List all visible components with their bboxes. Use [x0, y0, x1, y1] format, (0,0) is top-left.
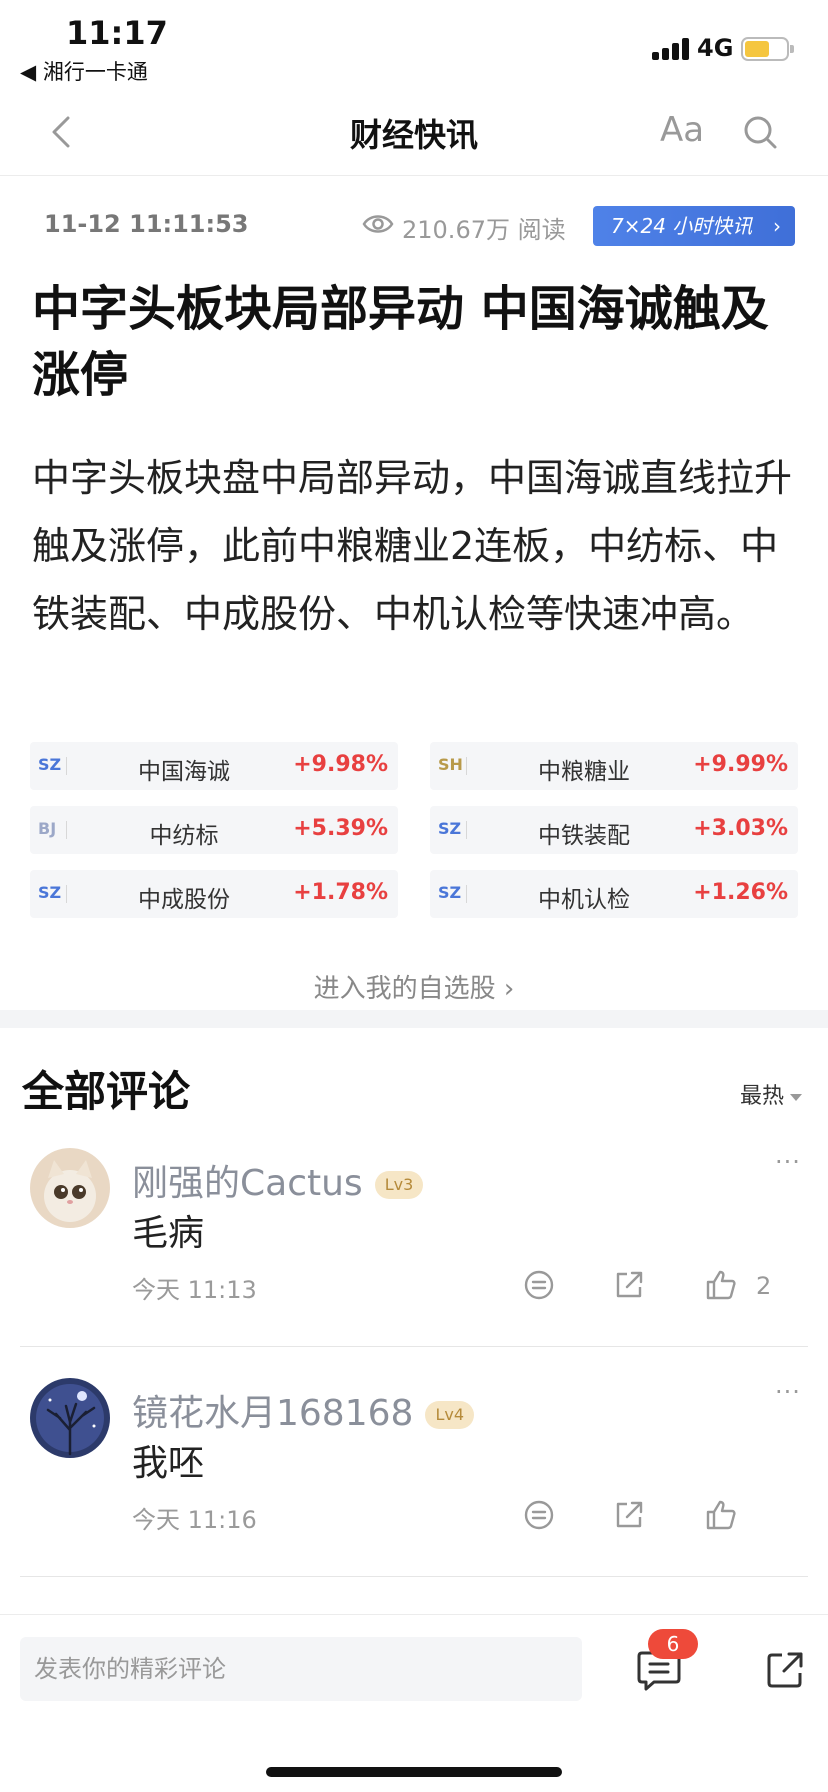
comment-input[interactable]	[20, 1637, 582, 1701]
exchange-tag: SZ	[38, 755, 62, 774]
stock-name: 中成股份	[138, 887, 230, 913]
level-badge: Lv3	[374, 1171, 424, 1199]
stock-item[interactable]: SZ 中国海诚 +9.98%	[30, 742, 398, 790]
nav-bar: 财经快讯 Aa	[0, 88, 828, 176]
status-time: 11:17	[66, 14, 168, 52]
status-bar: 11:17 ◀ 湘行一卡通 4G	[0, 0, 828, 88]
sort-label: 最热	[740, 1084, 785, 1109]
stock-item[interactable]: SH 中粮糖业 +9.99%	[430, 742, 798, 790]
stock-item[interactable]: SZ 中机认检 +1.26%	[430, 870, 798, 918]
comment-username[interactable]: 镜花水月168168 Lv4	[132, 1384, 474, 1436]
thumbs-up-icon[interactable]	[704, 1498, 738, 1532]
exchange-tag: SZ	[38, 883, 62, 902]
exchange-tag: SH	[438, 755, 463, 774]
username-text: 刚强的Cactus	[132, 1163, 363, 1204]
thumbs-up-icon[interactable]	[704, 1268, 738, 1302]
stock-change: +9.99%	[693, 752, 788, 777]
share-icon[interactable]	[764, 1649, 806, 1691]
comment-divider	[20, 1576, 808, 1577]
avatar[interactable]	[30, 1378, 110, 1458]
comment-item: 镜花水月168168 Lv4 我呸 今天 11:16 ···	[0, 1378, 828, 1608]
like-count: 2	[756, 1272, 772, 1300]
stock-name: 中铁装配	[538, 823, 630, 849]
stock-change: +9.98%	[293, 752, 388, 777]
reply-icon[interactable]	[522, 1268, 556, 1302]
comment-divider	[20, 1346, 808, 1347]
stock-name: 中机认检	[538, 887, 630, 913]
more-icon[interactable]: ···	[775, 1148, 801, 1176]
level-badge: Lv4	[425, 1401, 474, 1429]
article-body: 中字头板块盘中局部异动，中国海诚直线拉升触及涨停，此前中粮糖业2连板，中纺标、中…	[32, 456, 793, 636]
stock-change: +3.03%	[693, 816, 788, 841]
stock-item[interactable]: SZ 中成股份 +1.78%	[30, 870, 398, 918]
font-size-button[interactable]: Aa	[660, 110, 704, 150]
enter-watchlist-link[interactable]: 进入我的自选股 ›	[0, 968, 828, 1005]
stock-name: 中国海诚	[138, 759, 230, 785]
article-headline: 中字头板块局部异动 中国海诚触及涨停	[32, 281, 769, 403]
more-icon[interactable]: ···	[775, 1378, 801, 1406]
chevron-right-icon: ›	[773, 214, 781, 238]
signal-icon	[652, 38, 690, 60]
live-news-label: 7×24 小时快讯	[611, 214, 753, 238]
publish-time: 11-12 11:11:53	[44, 210, 249, 238]
network-type: 4G	[697, 34, 734, 62]
stock-item[interactable]: SZ 中铁装配 +3.03%	[430, 806, 798, 854]
sort-dropdown[interactable]: 最热	[740, 1078, 803, 1110]
comment-count-badge: 6	[648, 1629, 698, 1659]
read-count: 210.67万 阅读	[402, 216, 566, 244]
exchange-tag: SZ	[438, 819, 462, 838]
bottom-bar: 6	[0, 1614, 828, 1792]
comments-title: 全部评论	[22, 1067, 191, 1116]
comment-text: 毛病	[132, 1213, 205, 1254]
live-news-badge[interactable]: 7×24 小时快讯 ›	[593, 206, 795, 246]
back-to-app-link[interactable]: ◀ 湘行一卡通	[20, 56, 148, 86]
comment-time: 今天 11:13	[132, 1276, 257, 1304]
stock-change: +1.78%	[293, 880, 388, 905]
comment-username[interactable]: 刚强的Cactus Lv3	[132, 1154, 424, 1206]
reply-icon[interactable]	[522, 1498, 556, 1532]
eye-icon	[362, 215, 394, 233]
stock-change: +5.39%	[293, 816, 388, 841]
comment-time: 今天 11:16	[132, 1506, 257, 1534]
share-icon[interactable]	[612, 1498, 646, 1532]
username-text: 镜花水月168168	[132, 1393, 414, 1434]
stock-name: 中纺标	[149, 823, 219, 849]
stock-item[interactable]: BJ 中纺标 +5.39%	[30, 806, 398, 854]
stock-name: 中粮糖业	[538, 759, 630, 785]
exchange-tag: SZ	[438, 883, 462, 902]
avatar[interactable]	[30, 1148, 110, 1228]
comment-item: 刚强的Cactus Lv3 毛病 今天 11:13 ··· 2	[0, 1148, 828, 1378]
share-icon[interactable]	[612, 1268, 646, 1302]
caret-down-icon	[790, 1093, 803, 1101]
section-divider	[0, 1010, 828, 1028]
exchange-tag: BJ	[38, 819, 57, 838]
search-icon[interactable]	[740, 112, 780, 152]
comment-text: 我呸	[132, 1443, 205, 1484]
stock-change: +1.26%	[693, 880, 788, 905]
battery-icon	[741, 37, 794, 61]
home-indicator	[266, 1767, 562, 1777]
